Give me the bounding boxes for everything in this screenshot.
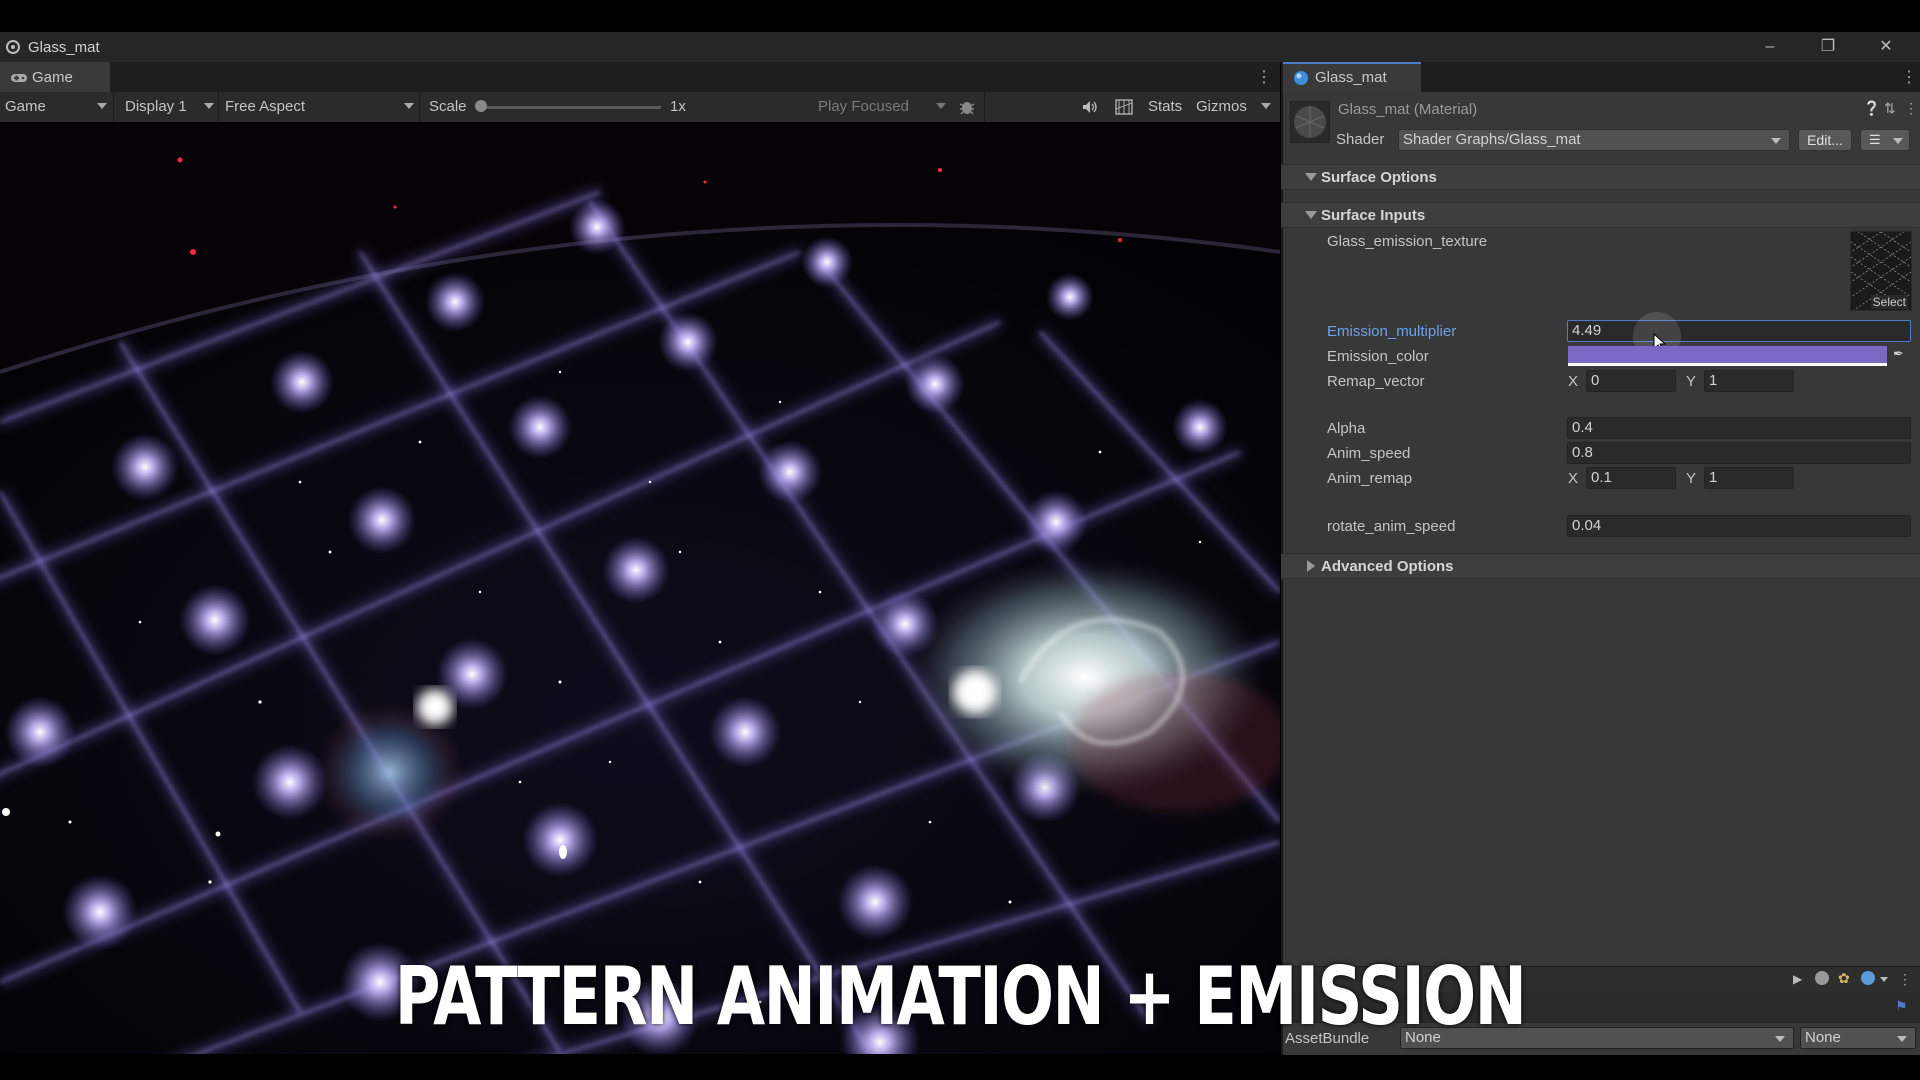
chevron-down-icon	[404, 103, 414, 109]
tab-game[interactable]: Game	[0, 62, 110, 92]
scale-slider-thumb[interactable]	[475, 100, 487, 112]
rotate-anim-speed-field[interactable]: 0.04	[1567, 515, 1911, 537]
chevron-down-icon	[1305, 211, 1317, 219]
emission-multiplier-field[interactable]: 4.49	[1567, 320, 1911, 342]
shader-dropdown[interactable]: Shader Graphs/Glass_mat	[1398, 129, 1790, 151]
scale-slider-track[interactable]	[481, 106, 661, 109]
emission-color-swatch[interactable]	[1568, 346, 1887, 366]
kebab-menu-icon[interactable]: ⋮	[1904, 100, 1918, 117]
game-viewport[interactable]	[0, 122, 1280, 1054]
tab-game-label: Game	[32, 69, 73, 86]
scale-value: 1x	[670, 98, 686, 115]
remap-vector-x-label: X	[1568, 373, 1579, 390]
resolution-icon[interactable]	[1115, 99, 1133, 115]
tab-glass-mat-label: Glass_mat	[1315, 69, 1387, 86]
chevron-down-icon	[1771, 138, 1781, 144]
shader-options-button[interactable]: ☰	[1860, 129, 1910, 151]
preset-icon[interactable]: ⇅	[1884, 100, 1896, 117]
game-tabbar: Game ⋮	[0, 62, 1280, 92]
play-icon[interactable]: ▶	[1793, 972, 1802, 986]
chevron-down-icon	[1775, 1036, 1785, 1042]
emission-multiplier-label: Emission_multiplier	[1327, 323, 1457, 340]
glass-grid-scene	[0, 122, 1280, 1054]
window-titlebar: Glass_mat – ❐ ✕	[0, 32, 1920, 62]
emission-color-label: Emission_color	[1327, 348, 1429, 365]
anim-speed-field[interactable]: 0.8	[1567, 442, 1911, 464]
shader-value: Shader Graphs/Glass_mat	[1403, 131, 1581, 148]
chevron-down-icon	[97, 103, 107, 109]
list-icon: ☰	[1869, 132, 1881, 147]
inspector-tabbar: Glass_mat ⋮	[1281, 62, 1920, 92]
lights-icon[interactable]: ✿	[1838, 970, 1850, 987]
remap-vector-x-field[interactable]: 0	[1586, 370, 1676, 392]
view-mode-dropdown[interactable]: Game	[5, 98, 46, 115]
texture-select-button[interactable]: Select	[1870, 295, 1908, 309]
display-dropdown[interactable]: Display 1	[125, 98, 187, 115]
chevron-down-icon	[1261, 103, 1271, 109]
alpha-label: Alpha	[1327, 420, 1366, 437]
chevron-down-icon	[204, 103, 214, 109]
anim-remap-x-label: X	[1568, 470, 1579, 487]
material-preview-icon	[1294, 106, 1326, 138]
tag-icon[interactable]: ⚑	[1895, 998, 1908, 1015]
shader-label: Shader	[1336, 131, 1385, 148]
help-icon[interactable]: ❔	[1863, 100, 1880, 117]
scale-label: Scale	[429, 98, 467, 115]
close-icon[interactable]: ✕	[1874, 36, 1898, 58]
material-sphere-icon	[1294, 71, 1308, 85]
kebab-menu-icon[interactable]: ⋮	[1898, 971, 1912, 988]
chevron-right-icon	[1307, 560, 1315, 572]
chevron-down-icon	[1305, 173, 1317, 181]
chevron-down-icon	[1893, 138, 1903, 144]
play-mode-dropdown[interactable]: Play Focused	[818, 98, 909, 115]
anim-remap-y-label: Y	[1686, 470, 1697, 487]
anim-remap-x-field[interactable]: 0.1	[1586, 467, 1676, 489]
edit-shader-button[interactable]: Edit...	[1798, 129, 1852, 151]
asset-bundle-variant-dropdown[interactable]: None	[1800, 1027, 1916, 1049]
eyedropper-icon[interactable]: ✒	[1893, 346, 1904, 362]
anim-remap-label: Anim_remap	[1327, 470, 1413, 487]
stats-button[interactable]: Stats	[1148, 98, 1182, 115]
section-surface-inputs[interactable]: Surface Inputs	[1281, 202, 1920, 228]
remap-vector-y-field[interactable]: 1	[1704, 370, 1794, 392]
section-advanced-options[interactable]: Advanced Options	[1281, 553, 1920, 579]
game-toolbar: Game Display 1 Free Aspect Scale 1x Play…	[0, 92, 1280, 123]
anim-speed-label: Anim_speed	[1327, 445, 1411, 462]
video-caption: PATTERN ANIMATION + EMISSION	[394, 950, 1527, 1043]
chevron-down-icon	[936, 103, 946, 109]
texture-slot[interactable]: Select	[1850, 231, 1912, 311]
unity-logo-icon	[6, 40, 20, 54]
rotate-anim-speed-label: rotate_anim_speed	[1327, 518, 1456, 535]
section-surface-options[interactable]: Surface Options	[1281, 164, 1920, 190]
remap-vector-y-label: Y	[1686, 373, 1697, 390]
kebab-menu-icon[interactable]: ⋮	[1256, 67, 1272, 87]
asset-bundle-variant-value: None	[1805, 1029, 1841, 1046]
texture-label: Glass_emission_texture	[1327, 233, 1488, 250]
gamepad-icon	[11, 74, 27, 82]
material-preview-thumb	[1290, 101, 1330, 143]
remap-vector-label: Remap_vector	[1327, 373, 1425, 390]
section-surface-inputs-label: Surface Inputs	[1321, 207, 1426, 224]
material-header-name: Glass_mat (Material)	[1338, 101, 1478, 118]
restore-icon[interactable]: ❐	[1816, 36, 1840, 58]
section-surface-options-label: Surface Options	[1321, 169, 1437, 186]
sphere-icon[interactable]	[1815, 971, 1829, 985]
aspect-dropdown[interactable]: Free Aspect	[225, 98, 305, 115]
audio-mute-icon[interactable]	[1082, 100, 1098, 114]
preview-shape-icon[interactable]	[1861, 971, 1875, 985]
minimize-icon[interactable]: –	[1758, 36, 1782, 58]
anim-remap-y-field[interactable]: 1	[1704, 467, 1794, 489]
kebab-menu-icon[interactable]: ⋮	[1901, 67, 1917, 87]
bug-icon[interactable]	[958, 98, 976, 116]
alpha-field[interactable]: 0.4	[1567, 417, 1911, 439]
chevron-down-icon	[1880, 977, 1888, 982]
section-advanced-options-label: Advanced Options	[1321, 558, 1454, 575]
chevron-down-icon	[1897, 1036, 1907, 1042]
window-title: Glass_mat	[28, 39, 100, 56]
gizmos-button[interactable]: Gizmos	[1196, 98, 1247, 115]
tab-glass-mat[interactable]: Glass_mat	[1283, 62, 1421, 92]
